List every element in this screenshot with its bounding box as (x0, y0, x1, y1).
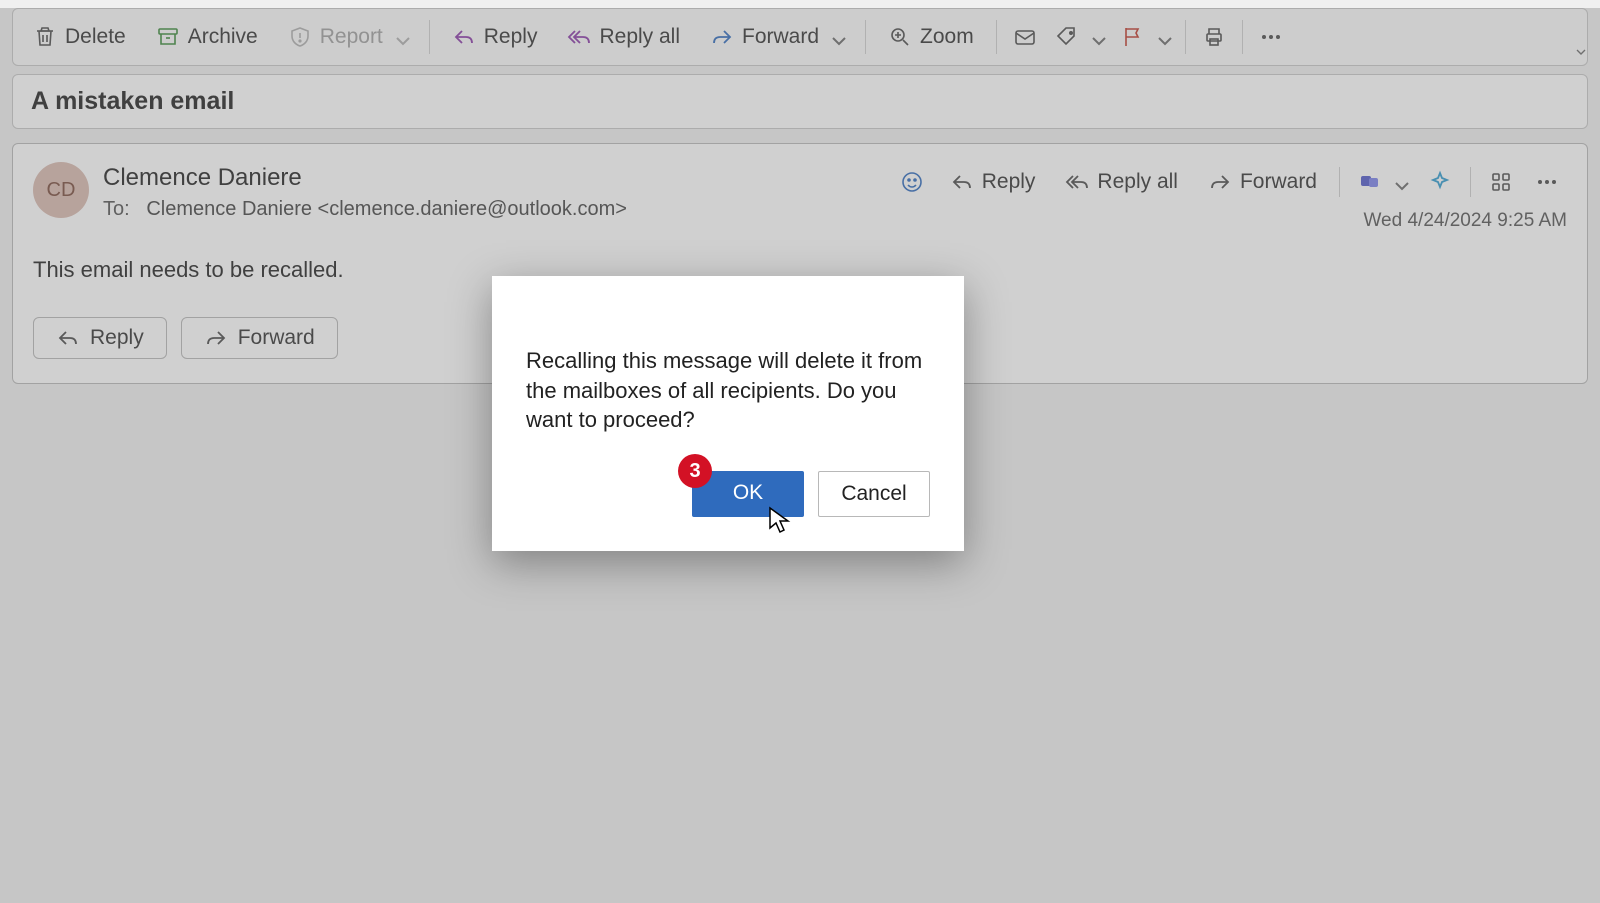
archive-label: Archive (188, 25, 258, 49)
separator (429, 20, 430, 54)
subject-bar: A mistaken email (12, 74, 1588, 129)
ellipsis-icon (1535, 170, 1559, 194)
forward-button-footer[interactable]: Forward (181, 317, 338, 359)
reply-icon (950, 170, 974, 194)
envelope-icon (1013, 25, 1037, 49)
zoom-label: Zoom (920, 25, 974, 49)
reply-label: Reply (982, 170, 1036, 194)
categorize-button[interactable] (1047, 21, 1111, 53)
separator (1470, 167, 1471, 197)
message-actions: Reply Reply all Forward (892, 166, 1567, 198)
print-button[interactable] (1194, 21, 1234, 53)
tag-icon (1055, 25, 1079, 49)
reply-icon (56, 326, 80, 350)
flag-button[interactable] (1113, 21, 1177, 53)
cancel-button[interactable]: Cancel (818, 471, 930, 517)
reply-label: Reply (90, 326, 144, 350)
reply-icon (452, 25, 476, 49)
separator (865, 20, 866, 54)
message-header: CD Clemence Daniere To: Clemence Daniere… (33, 162, 1567, 221)
step-number: 3 (689, 460, 700, 483)
subject-text: A mistaken email (31, 87, 234, 115)
message-date: Wed 4/24/2024 9:25 AM (1363, 210, 1567, 232)
report-button[interactable]: Report (274, 19, 421, 55)
forward-button-toolbar[interactable]: Forward (696, 19, 857, 55)
reply-all-label: Reply all (599, 25, 680, 49)
ellipsis-icon (1259, 25, 1283, 49)
archive-button[interactable]: Archive (142, 19, 272, 55)
ribbon-expand-button[interactable] (1569, 40, 1593, 67)
zoom-icon (888, 25, 912, 49)
printer-icon (1202, 25, 1226, 49)
to-line: To: Clemence Daniere <clemence.daniere@o… (103, 198, 878, 221)
forward-icon (204, 326, 228, 350)
to-label: To: (103, 198, 130, 220)
forward-button-header[interactable]: Forward (1196, 166, 1329, 198)
sparkle-icon (1428, 170, 1452, 194)
ribbon-toolbar: Delete Archive Report Reply Reply all F (12, 8, 1588, 66)
chevron-down-icon (1390, 174, 1406, 190)
reply-button-footer[interactable]: Reply (33, 317, 167, 359)
reply-button-header[interactable]: Reply (938, 166, 1048, 198)
from-name: Clemence Daniere (103, 164, 878, 192)
mark-unread-button[interactable] (1005, 21, 1045, 53)
recall-dialog: Recalling this message will delete it fr… (492, 276, 964, 551)
to-value: Clemence Daniere <clemence.daniere@outlo… (146, 198, 627, 220)
grid-icon (1489, 170, 1513, 194)
chevron-down-icon (1087, 29, 1103, 45)
forward-icon (1208, 170, 1232, 194)
separator (1339, 167, 1340, 197)
trash-icon (33, 25, 57, 49)
dialog-buttons: OK Cancel (526, 471, 930, 517)
chevron-down-icon (391, 29, 407, 45)
delete-button[interactable]: Delete (19, 19, 140, 55)
dialog-text: Recalling this message will delete it fr… (526, 346, 930, 435)
reaction-button[interactable] (892, 166, 932, 198)
reply-all-button-header[interactable]: Reply all (1053, 166, 1190, 198)
smile-icon (900, 170, 924, 194)
report-label: Report (320, 25, 383, 49)
avatar: CD (33, 162, 89, 218)
reply-all-icon (567, 25, 591, 49)
step-badge: 3 (678, 454, 712, 488)
flag-icon (1121, 25, 1145, 49)
reply-all-label: Reply all (1097, 170, 1178, 194)
from-block: Clemence Daniere To: Clemence Daniere <c… (103, 162, 878, 221)
forward-label: Forward (238, 326, 315, 350)
zoom-button[interactable]: Zoom (874, 19, 988, 55)
forward-label: Forward (742, 25, 819, 49)
reply-label: Reply (484, 25, 538, 49)
teams-share-button[interactable] (1350, 166, 1414, 198)
summary-button[interactable] (1420, 166, 1460, 198)
shield-icon (288, 25, 312, 49)
separator (1242, 20, 1243, 54)
separator (1185, 20, 1186, 54)
more-button[interactable] (1251, 21, 1291, 53)
apps-button[interactable] (1481, 166, 1521, 198)
forward-icon (710, 25, 734, 49)
avatar-initials: CD (47, 179, 76, 202)
delete-label: Delete (65, 25, 126, 49)
reply-button-toolbar[interactable]: Reply (438, 19, 552, 55)
teams-icon (1358, 170, 1382, 194)
archive-icon (156, 25, 180, 49)
more-button-header[interactable] (1527, 166, 1567, 198)
reply-all-icon (1065, 170, 1089, 194)
separator (996, 20, 997, 54)
reply-all-button-toolbar[interactable]: Reply all (553, 19, 694, 55)
chevron-down-icon (827, 29, 843, 45)
forward-label: Forward (1240, 170, 1317, 194)
chevron-down-icon (1153, 29, 1169, 45)
